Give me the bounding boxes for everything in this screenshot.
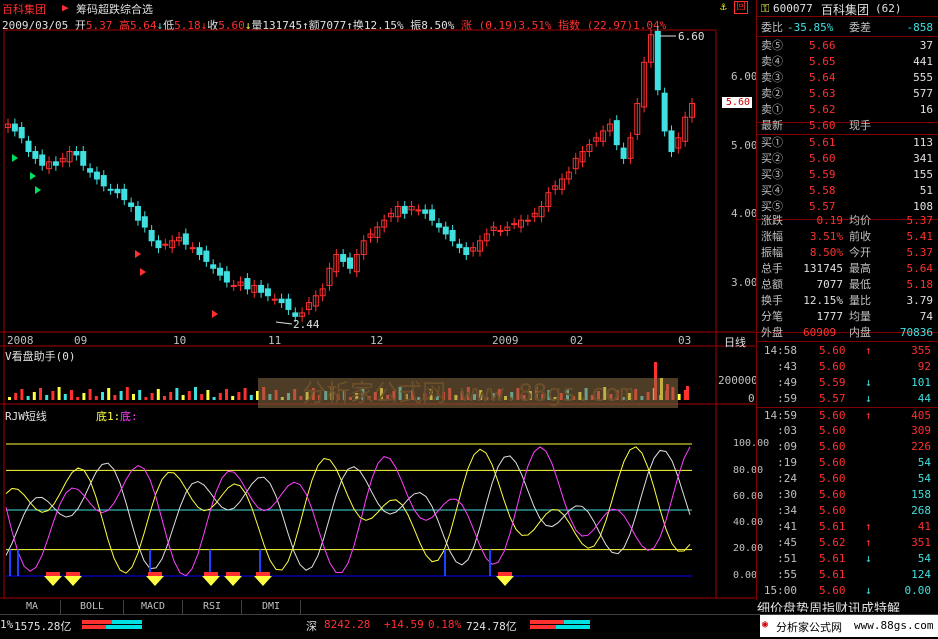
stat-row: 总额 7077 最低 5.18 — [761, 278, 933, 291]
current-price-tag: 5.60 — [722, 97, 752, 108]
sz-strength-bar — [530, 620, 590, 629]
x-label-12: 12 — [370, 334, 384, 347]
vol-panel-title: V看盘助手(0) — [5, 350, 76, 363]
bid-row: 买④ 5.58 51 — [761, 184, 933, 197]
stock-code: 600077 — [773, 2, 813, 15]
ask-row: 卖④ 5.65 441 — [761, 55, 933, 68]
x-label-2008: 2008 — [7, 334, 34, 347]
sh-strength-bar — [82, 620, 142, 629]
stat-row: 换手 12.15% 量比 3.79 — [761, 294, 933, 307]
watermark: 分析家公式网 www.88gs.com — [258, 378, 678, 408]
stat-row: 分笔 1777 均量 74 — [761, 310, 933, 323]
tick-row: :34 5.60 268 — [777, 504, 931, 517]
quote-title: ⚿ 600077 百科集团 (62) — [757, 0, 938, 17]
tick-row: :24 5.60 54 — [777, 472, 931, 485]
x-label-11: 11 — [268, 334, 282, 347]
sh-amount: 1575.28亿 — [14, 620, 72, 633]
sz-change: +14.59 — [384, 618, 424, 631]
quote-panel: ⚿ 600077 百科集团 (62) 委比 -35.85% 委差 -858 卖⑤… — [756, 0, 938, 612]
quote-stock-name: 百科集团 — [821, 3, 870, 17]
bid-row: 买② 5.60 341 — [761, 152, 933, 165]
weicha-value: -858 — [906, 21, 934, 34]
y-tick-3: 3.00 — [731, 276, 758, 289]
tick-row: :43 5.60 92 — [777, 360, 931, 373]
bid-row: 买① 5.61 113 — [761, 136, 933, 149]
stat-row: 总手 131745 最高 5.64 — [761, 262, 933, 275]
site-url: www.88gs.com — [854, 619, 934, 632]
tick-row: :03 5.60 309 — [777, 424, 931, 437]
last-row: 最新 5.60 现手 — [757, 117, 938, 135]
rjw-y-0: 0.00 — [733, 570, 758, 581]
sz-label: 深 — [306, 620, 317, 633]
low-mark-label: 2.44 — [293, 318, 320, 331]
y-tick-5: 5.00 — [731, 139, 758, 152]
tick-row: :59 5.57 ↓ 44 — [777, 392, 931, 405]
ask-book: 卖⑤ 5.66 37 卖④ 5.65 441 卖③ 5.64 555 卖② 5.63 577 卖① 5.6… — [757, 37, 938, 123]
outer-value: 60909 — [803, 326, 837, 339]
x-label-2009: 2009 — [492, 334, 519, 347]
tick-row: :30 5.60 158 — [777, 488, 931, 501]
tick-row: 14:59 5.60 ↑ 405 — [757, 407, 938, 424]
outer-inner-row: 外盘 60909 内盘 70836 — [757, 324, 938, 342]
period-label[interactable]: 日线 — [724, 334, 746, 350]
tick-row: 14:58 5.60 ↑ 355 — [763, 344, 931, 357]
quote-num: (62) — [875, 2, 902, 15]
x-label-02: 02 — [570, 334, 584, 347]
stat-row: 振幅 8.50% 今开 5.37 — [761, 246, 933, 259]
ask-row: 卖② 5.63 577 — [761, 87, 933, 100]
bid-book: 买① 5.61 113 买② 5.60 341 买③ 5.59 155 买④ 5.58 51 买⑤ 5.5… — [757, 134, 938, 220]
site-logo-icon: ◉ — [762, 619, 769, 630]
rjw-legend-di1: 底1: — [96, 410, 121, 423]
bid-row: 买③ 5.59 155 — [761, 168, 933, 181]
ask-row: 卖⑤ 5.66 37 — [761, 39, 933, 52]
site-name: 分析家公式网 — [776, 621, 842, 634]
x-label-10: 10 — [173, 334, 187, 347]
tick-row: :19 5.60 54 — [777, 456, 931, 469]
rjw-legend-di: 底: — [120, 410, 138, 423]
webi-value: -35.85% — [787, 21, 834, 34]
rjw-panel-title: RJW短线 — [5, 410, 47, 423]
site-badge[interactable]: ◉ 分析家公式网 www.88gs.com — [760, 615, 938, 637]
lock-icon: ⚿ — [761, 2, 770, 15]
tick-row: :49 5.59 ↓ 101 — [777, 376, 931, 389]
x-label-09: 09 — [74, 334, 88, 347]
vol-y-tick-200000: 200000 — [718, 374, 758, 387]
high-mark-label: 6.60 — [678, 30, 705, 43]
y-tick-4: 4.00 — [731, 207, 758, 220]
x-label-03: 03 — [678, 334, 692, 347]
stat-row: 涨幅 3.51% 前收 5.41 — [761, 230, 933, 243]
tick-row: :51 5.61 ↓ 54 — [777, 552, 931, 565]
chart-area[interactable]: 百科集团 ▶ 筹码超跌综合选 ⚓ 回 2009/03/05 开5.37 高5.6… — [0, 0, 769, 600]
tick-row: :09 5.60 226 — [777, 440, 931, 453]
ask-row: 卖① 5.62 16 — [761, 103, 933, 116]
chart-canvas[interactable] — [0, 0, 755, 600]
ask-row: 卖③ 5.64 555 — [761, 71, 933, 84]
tick-row: 15:00 5.60 ↓ 0.00 — [763, 584, 931, 597]
status-bar: 1% 1575.28亿 深 8242.28 +14.59 0.18% 724.7… — [0, 600, 938, 639]
sz-amount: 724.78亿 — [466, 620, 517, 633]
stat-row: 涨跌 0.19 均价 5.37 — [761, 214, 933, 227]
sz-index: 8242.28 — [324, 618, 371, 631]
tick-list[interactable]: 14:58 5.60 ↑ 355 :43 5.60 92 :49 5.59 ↓ 101 :59 5.57… — [757, 343, 938, 599]
tick-row: :55 5.61 124 — [777, 568, 931, 581]
webi-row: 委比 -35.85% 委差 -858 — [757, 19, 938, 37]
sz-pct: 0.18% — [428, 618, 462, 631]
inner-value: 70836 — [899, 326, 933, 339]
vol-y-tick-0: 0 — [748, 392, 755, 405]
stats-block: 涨跌 0.19 均价 5.37 涨幅 3.51% 前收 5.41 振幅 8.50% 今开 5.37 总手… — [757, 212, 938, 333]
tick-row: :45 5.62 ↑ 351 — [777, 536, 931, 549]
tick-row: :41 5.61 ↑ 41 — [777, 520, 931, 533]
y-tick-6: 6.00 — [731, 70, 758, 83]
sh-pct: 1% — [0, 618, 14, 631]
